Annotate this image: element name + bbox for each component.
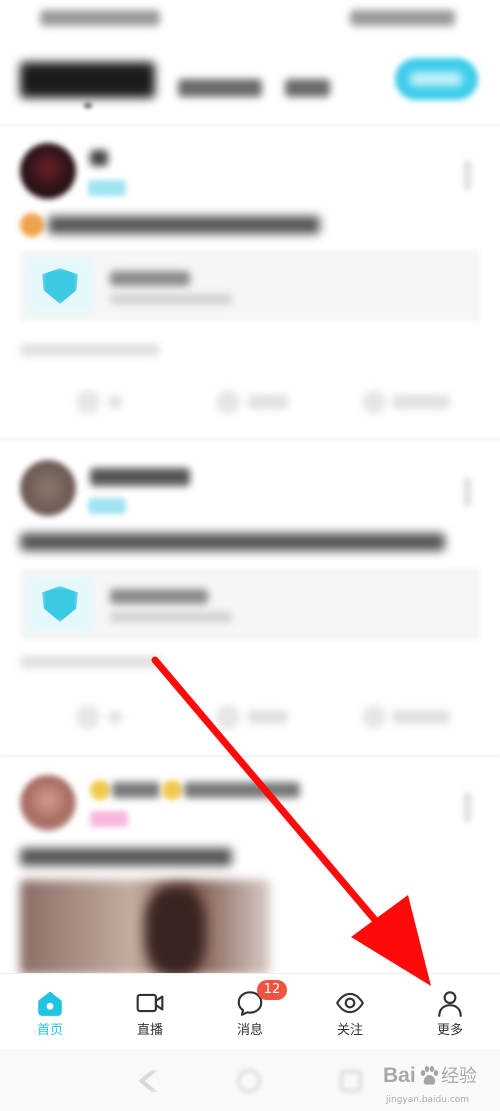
emoji-icon (90, 780, 110, 800)
watermark-brand: Bai (383, 1064, 416, 1087)
tab-label: 首页 (36, 1023, 63, 1038)
tab-label: 消息 (236, 1023, 263, 1038)
status-bar (0, 0, 500, 36)
header-action-button-label-blurred (410, 72, 462, 86)
emoji-icon (20, 213, 44, 237)
bottom-tab-bar: 首页 直播 12 消息 关注 更多 (0, 973, 500, 1049)
unread-badge: 12 (257, 980, 287, 1000)
person-icon (435, 988, 465, 1018)
author-tag (88, 498, 126, 514)
tab-following[interactable]: 关注 (300, 974, 400, 1049)
paw-icon (418, 1065, 440, 1087)
share-icon[interactable] (362, 390, 386, 414)
header-tab-blurred[interactable] (285, 79, 330, 97)
share-icon[interactable] (362, 705, 386, 729)
card-subtitle-blurred (110, 294, 232, 304)
author-name-blurred[interactable] (184, 782, 300, 798)
more-options-icon[interactable] (464, 792, 471, 822)
header-title-blurred[interactable] (20, 62, 155, 98)
post-text-blurred[interactable] (20, 533, 445, 551)
post-divider (0, 755, 500, 757)
tab-label: 关注 (336, 1023, 363, 1038)
eye-icon (335, 988, 365, 1018)
post-text-blurred[interactable] (48, 216, 320, 234)
emoji-icon (162, 780, 182, 800)
like-count-blurred[interactable] (108, 396, 122, 408)
card-subtitle-blurred (110, 612, 232, 622)
watermark-url: jingyan.baidu.com (386, 1095, 470, 1105)
home-icon (35, 988, 65, 1018)
author-name-blurred[interactable] (90, 150, 108, 166)
avatar[interactable] (20, 775, 76, 831)
card-title-blurred (110, 271, 190, 286)
share-label-blurred[interactable] (392, 710, 450, 724)
back-icon[interactable] (138, 1070, 158, 1092)
comment-icon[interactable] (216, 390, 240, 414)
card-title-blurred (110, 589, 208, 604)
author-name-blurred[interactable] (90, 468, 190, 486)
author-name-blurred[interactable] (112, 782, 160, 798)
home-circle-icon[interactable] (237, 1069, 261, 1093)
post-divider (0, 438, 500, 440)
post-text-blurred[interactable] (20, 848, 232, 866)
share-label-blurred[interactable] (392, 395, 450, 409)
status-bar-left-blurred (40, 10, 160, 26)
author-tag (90, 811, 128, 827)
avatar[interactable] (20, 460, 76, 516)
author-tag (88, 180, 126, 196)
comment-icon[interactable] (216, 705, 240, 729)
post-image-figure (145, 886, 205, 976)
tab-home[interactable]: 首页 (0, 974, 100, 1049)
header-divider (0, 124, 500, 126)
post-meta-blurred (20, 344, 160, 356)
recents-icon[interactable] (340, 1070, 362, 1092)
video-camera-icon (135, 988, 165, 1018)
tab-label: 直播 (136, 1023, 163, 1038)
tab-more[interactable]: 更多 (400, 974, 500, 1049)
tab-label: 更多 (436, 1023, 463, 1038)
more-options-icon[interactable] (464, 160, 471, 190)
post-meta-blurred (20, 656, 160, 668)
header-tab-blurred[interactable] (178, 79, 262, 97)
status-bar-right-blurred (350, 10, 455, 26)
tab-live[interactable]: 直播 (100, 974, 200, 1049)
comment-label-blurred[interactable] (248, 395, 288, 409)
like-count-blurred[interactable] (108, 711, 122, 723)
header-indicator (84, 103, 92, 108)
watermark-product: 经验 (441, 1066, 477, 1087)
avatar[interactable] (20, 143, 76, 199)
tab-messages[interactable]: 12 消息 (200, 974, 300, 1049)
comment-label-blurred[interactable] (248, 710, 288, 724)
like-icon[interactable] (76, 390, 100, 414)
more-options-icon[interactable] (464, 477, 471, 507)
like-icon[interactable] (76, 705, 100, 729)
